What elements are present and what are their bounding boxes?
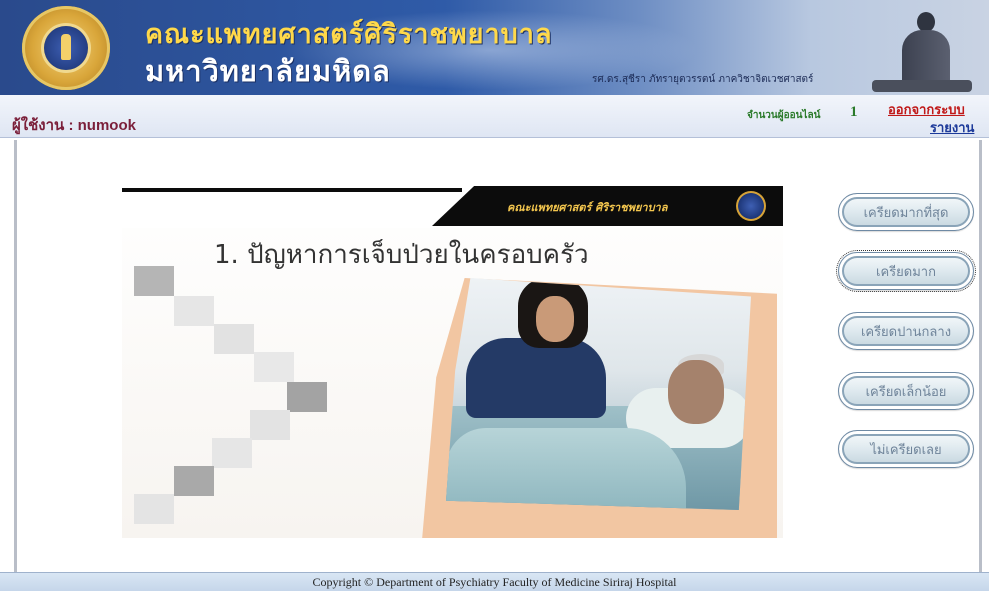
decor-square — [250, 410, 290, 440]
faculty-seal-logo — [22, 6, 110, 90]
author-caption: รศ.ดร.สุชีรา ภัทรายุตวรรตน์ ภาควิชาจิตเว… — [592, 74, 814, 85]
option-very-stressed-button[interactable]: เครียดมาก — [836, 250, 976, 292]
slide-seal-logo — [736, 191, 766, 221]
slide-top-rule — [122, 188, 462, 192]
site-banner: คณะแพทยศาสตร์ศิริราชพยาบาล มหาวิทยาลัยมห… — [0, 0, 989, 95]
decor-square — [134, 494, 174, 524]
option-most-stressed-button[interactable]: เครียดมากที่สุด — [838, 193, 974, 231]
online-users-label: จำนวนผู้ออนไลน์ — [747, 110, 821, 121]
copyright-text: Copyright © Department of Psychiatry Fac… — [312, 575, 677, 589]
user-bar: ผู้ใช้งาน : numook จำนวนผู้ออนไลน์ 1 ออก… — [0, 95, 989, 138]
option-not-stressed-button[interactable]: ไม่เครียดเลย — [838, 430, 974, 468]
decor-square — [212, 438, 252, 468]
statue-image — [862, 8, 972, 92]
decor-square — [174, 296, 214, 326]
decor-square — [174, 466, 214, 496]
decor-square — [134, 266, 174, 296]
decor-square — [287, 382, 327, 412]
decor-square — [254, 352, 294, 382]
option-moderately-stressed-button[interactable]: เครียดปานกลาง — [838, 312, 974, 350]
current-user-label: ผู้ใช้งาน : numook — [12, 117, 136, 134]
university-name: มหาวิทยาลัยมหิดล — [145, 54, 391, 88]
report-link[interactable]: รายงาน — [930, 117, 974, 138]
decor-square — [214, 324, 254, 354]
footer-bar: Copyright © Department of Psychiatry Fac… — [0, 572, 989, 591]
option-slightly-stressed-button[interactable]: เครียดเล็กน้อย — [838, 372, 974, 410]
question-title: 1. ปัญหาการเจ็บป่วยในครอบครัว — [214, 240, 589, 270]
hospital-photo — [446, 278, 751, 510]
slide-header-text: คณะแพทยศาสตร์ ศิริราชพยาบาล — [507, 201, 668, 214]
online-users-count: 1 — [850, 104, 858, 120]
